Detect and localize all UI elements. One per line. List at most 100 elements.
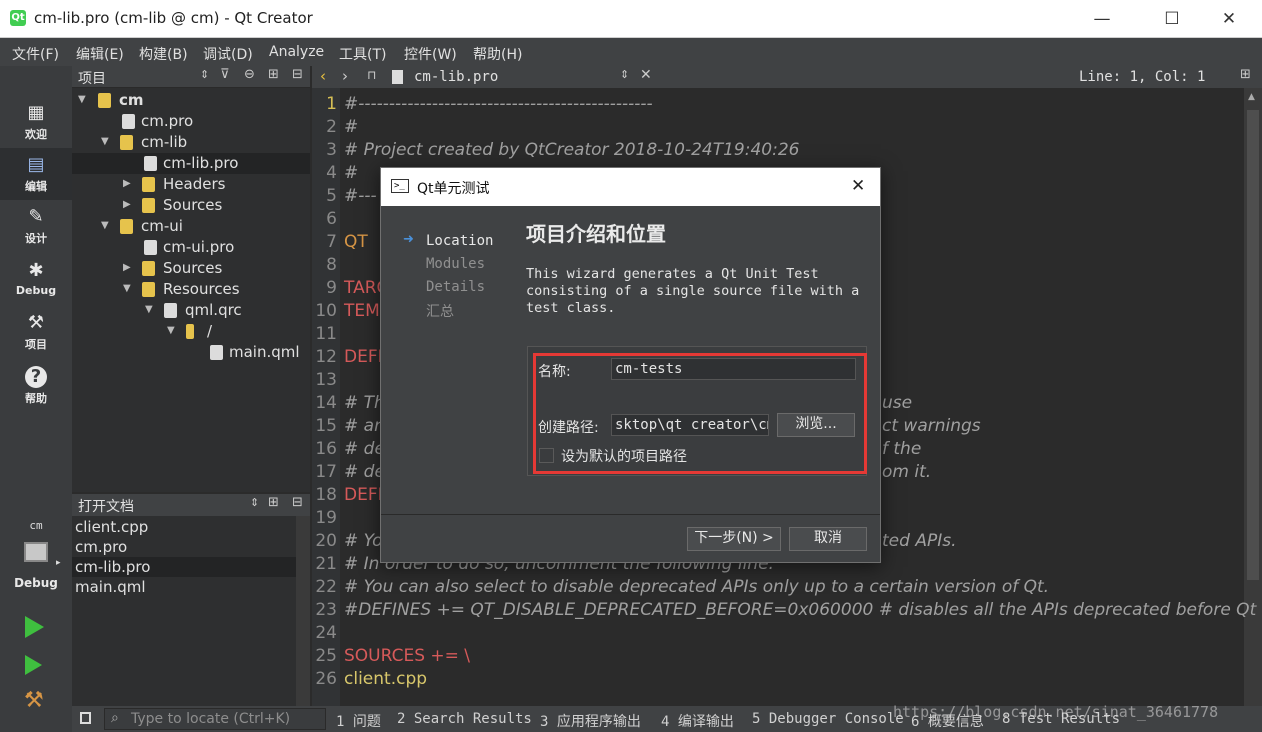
menu-file[interactable]: 文件(F): [12, 44, 59, 64]
editor-toolbar: ‹ › ⊓ cm-lib.pro ⇕ ✕ Line: 1, Col: 1 ⊞: [312, 66, 1262, 88]
toggle-sidebar-icon[interactable]: [80, 712, 91, 724]
output-tab-app-output[interactable]: 3 应用程序输出: [540, 711, 641, 731]
code-line: # de: [344, 462, 385, 482]
line-number: 25: [315, 646, 337, 666]
tree-item-resources[interactable]: ▼ Resources: [72, 279, 310, 300]
folder-icon: [186, 324, 194, 339]
menu-debug[interactable]: 调试(D): [203, 44, 253, 64]
menu-edit[interactable]: 编辑(E): [76, 44, 124, 64]
tree-item-cm-ui-pro[interactable]: cm-ui.pro: [72, 237, 310, 258]
wizard-step-modules: Modules: [426, 256, 486, 272]
back-icon[interactable]: ‹: [320, 67, 326, 85]
dialog-description-line: consisting of a single source file with …: [526, 283, 860, 299]
file-icon: [144, 156, 157, 171]
menu-build[interactable]: 构建(B): [139, 44, 188, 64]
scroll-up-icon[interactable]: ▲: [1248, 92, 1255, 102]
maximize-icon[interactable]: ☐: [1149, 0, 1195, 38]
tree-item-sources-ui[interactable]: ▶ Sources: [72, 258, 310, 279]
mode-debug[interactable]: ✱ Debug: [0, 254, 72, 306]
mode-welcome[interactable]: ▦ 欢迎: [0, 96, 72, 148]
debug-run-icon[interactable]: [25, 655, 42, 675]
collapsed-icon: ▶: [123, 199, 131, 210]
menu-analyze[interactable]: Analyze: [269, 44, 324, 60]
kit-name: cm: [29, 519, 43, 532]
sort-icon[interactable]: ⇕: [250, 496, 259, 509]
output-tab-search[interactable]: 2 Search Results: [397, 711, 532, 727]
tree-item-qml-qrc[interactable]: ▼ qml.qrc: [72, 300, 310, 321]
dialog-body: ➜ Location Modules Details 汇总 项目介绍和位置 Th…: [381, 206, 880, 514]
mode-design[interactable]: ✎ 设计: [0, 200, 72, 252]
open-doc-item[interactable]: cm.pro: [72, 537, 296, 557]
split-icon[interactable]: ⊞: [268, 67, 279, 82]
minimize-icon[interactable]: —: [1079, 0, 1125, 38]
close-icon[interactable]: ✕: [1206, 0, 1252, 38]
mode-projects[interactable]: ⚒ 项目: [0, 306, 72, 358]
line-number: 6: [326, 209, 337, 229]
folder-icon: [142, 261, 155, 276]
tree-item-sources[interactable]: ▶ Sources: [72, 195, 310, 216]
project-folder-icon: [120, 219, 133, 234]
code-line: #: [344, 163, 359, 183]
expanded-icon: ▼: [78, 94, 86, 105]
folder-icon: [142, 282, 155, 297]
menu-help[interactable]: 帮助(H): [473, 44, 522, 64]
tree-item-cm-lib-pro[interactable]: cm-lib.pro: [72, 153, 310, 174]
mode-help[interactable]: ? 帮助: [0, 360, 72, 412]
menu-widgets[interactable]: 控件(W): [404, 44, 457, 64]
close-document-icon[interactable]: ✕: [640, 67, 652, 83]
run-icon[interactable]: [25, 616, 44, 638]
tree-item-cm[interactable]: ▼ cm: [72, 90, 310, 111]
tree-item-cm-pro[interactable]: cm.pro: [72, 111, 310, 132]
close-pane-icon[interactable]: ⊟: [292, 67, 303, 82]
output-tab-debugger-console[interactable]: 5 Debugger Console: [752, 711, 904, 727]
project-folder-icon: [120, 135, 133, 150]
filter-icon[interactable]: ⊽: [220, 67, 230, 82]
code-fragment: om it.: [882, 462, 932, 482]
next-button[interactable]: 下一步(N) >: [687, 527, 781, 551]
scroll-thumb[interactable]: [1247, 110, 1259, 580]
menu-tools[interactable]: 工具(T): [339, 44, 386, 64]
code-line: # Yo: [344, 531, 383, 551]
tree-item-root-prefix[interactable]: ▼ /: [72, 321, 310, 342]
open-doc-item[interactable]: main.qml: [72, 577, 296, 597]
open-doc-item[interactable]: client.cpp: [72, 517, 296, 537]
code-line: # de: [344, 439, 385, 459]
line-number: 22: [315, 577, 337, 597]
line-number: 23: [315, 600, 337, 620]
dialog-description-line: test class.: [526, 300, 616, 316]
code-line: # You can also select to disable depreca…: [344, 577, 1050, 597]
line-number: 17: [315, 462, 337, 482]
open-doc-item[interactable]: cm-lib.pro: [72, 557, 296, 577]
build-hammer-icon[interactable]: ⚒: [24, 690, 44, 712]
code-fragment: f the: [882, 439, 922, 459]
tree-item-cm-lib[interactable]: ▼ cm-lib: [72, 132, 310, 153]
current-step-arrow-icon: ➜: [403, 232, 414, 247]
dialog-close-icon[interactable]: ✕: [851, 176, 865, 196]
dialog-title-bar: >_ Qt单元测试 ✕: [381, 168, 880, 206]
close-pane-icon[interactable]: ⊟: [292, 495, 303, 510]
split-icon[interactable]: ⊞: [1240, 67, 1251, 82]
tree-item-main-qml[interactable]: main.qml: [72, 342, 310, 363]
tree-item-cm-ui[interactable]: ▼ cm-ui: [72, 216, 310, 237]
line-number: 13: [315, 370, 337, 390]
code-line: # Th: [344, 393, 385, 413]
cancel-button[interactable]: 取消: [789, 527, 867, 551]
output-tab-compile[interactable]: 4 编译输出: [661, 711, 734, 731]
line-number: 2: [326, 117, 337, 137]
sort-icon[interactable]: ⇕: [200, 68, 209, 81]
monitor-icon[interactable]: [24, 542, 48, 562]
open-docs-scrollbar[interactable]: [296, 516, 310, 706]
locator-input[interactable]: ⌕ Type to locate (Ctrl+K): [104, 708, 326, 730]
output-tab-issues[interactable]: 1 问题: [336, 711, 381, 731]
file-dropdown-icon[interactable]: ⇕: [620, 68, 629, 81]
tree-item-headers[interactable]: ▶ Headers: [72, 174, 310, 195]
line-number: 12: [315, 347, 337, 367]
link-icon[interactable]: ⊖: [244, 67, 255, 82]
editor-file-name[interactable]: cm-lib.pro: [414, 69, 498, 85]
forward-icon[interactable]: ›: [342, 67, 348, 85]
search-icon: ⌕: [111, 710, 119, 726]
split-icon[interactable]: ⊞: [268, 495, 279, 510]
expanded-icon: ▼: [123, 283, 131, 294]
mode-edit[interactable]: ▤ 编辑: [0, 148, 72, 200]
expanded-icon: ▼: [101, 220, 109, 231]
